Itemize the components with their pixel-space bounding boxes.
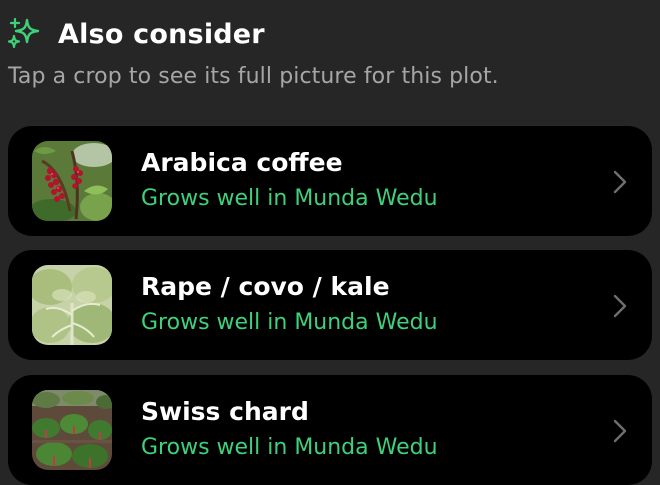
- crop-thumbnail-kale: [32, 265, 112, 345]
- chevron-right-icon: [610, 292, 630, 320]
- crop-name: Arabica coffee: [141, 148, 343, 177]
- swiss-chard-field-photo: [32, 390, 112, 470]
- crop-name: Rape / covo / kale: [141, 272, 390, 301]
- crop-status: Grows well in Munda Wedu: [141, 310, 438, 335]
- crop-status: Grows well in Munda Wedu: [141, 186, 438, 211]
- crop-name: Swiss chard: [141, 397, 309, 426]
- chevron-right-icon: [610, 417, 630, 445]
- section-title: Also consider: [58, 18, 265, 50]
- crop-thumbnail-coffee: [32, 141, 112, 221]
- crop-card-arabica-coffee[interactable]: Arabica coffee Grows well in Munda Wedu: [8, 126, 652, 236]
- section-header: Also consider: [6, 14, 265, 54]
- chevron-right-icon: [610, 168, 630, 196]
- sparkles-icon: [7, 17, 40, 49]
- crop-card-swiss-chard[interactable]: Swiss chard Grows well in Munda Wedu: [8, 375, 652, 485]
- crop-status: Grows well in Munda Wedu: [141, 435, 438, 460]
- crop-card-rape-covo-kale[interactable]: Rape / covo / kale Grows well in Munda W…: [8, 250, 652, 360]
- crop-thumbnail-swiss-chard: [32, 390, 112, 470]
- kale-leaves-photo: [32, 265, 112, 345]
- coffee-cherries-photo: [32, 141, 112, 221]
- section-subtitle: Tap a crop to see its full picture for t…: [8, 64, 499, 89]
